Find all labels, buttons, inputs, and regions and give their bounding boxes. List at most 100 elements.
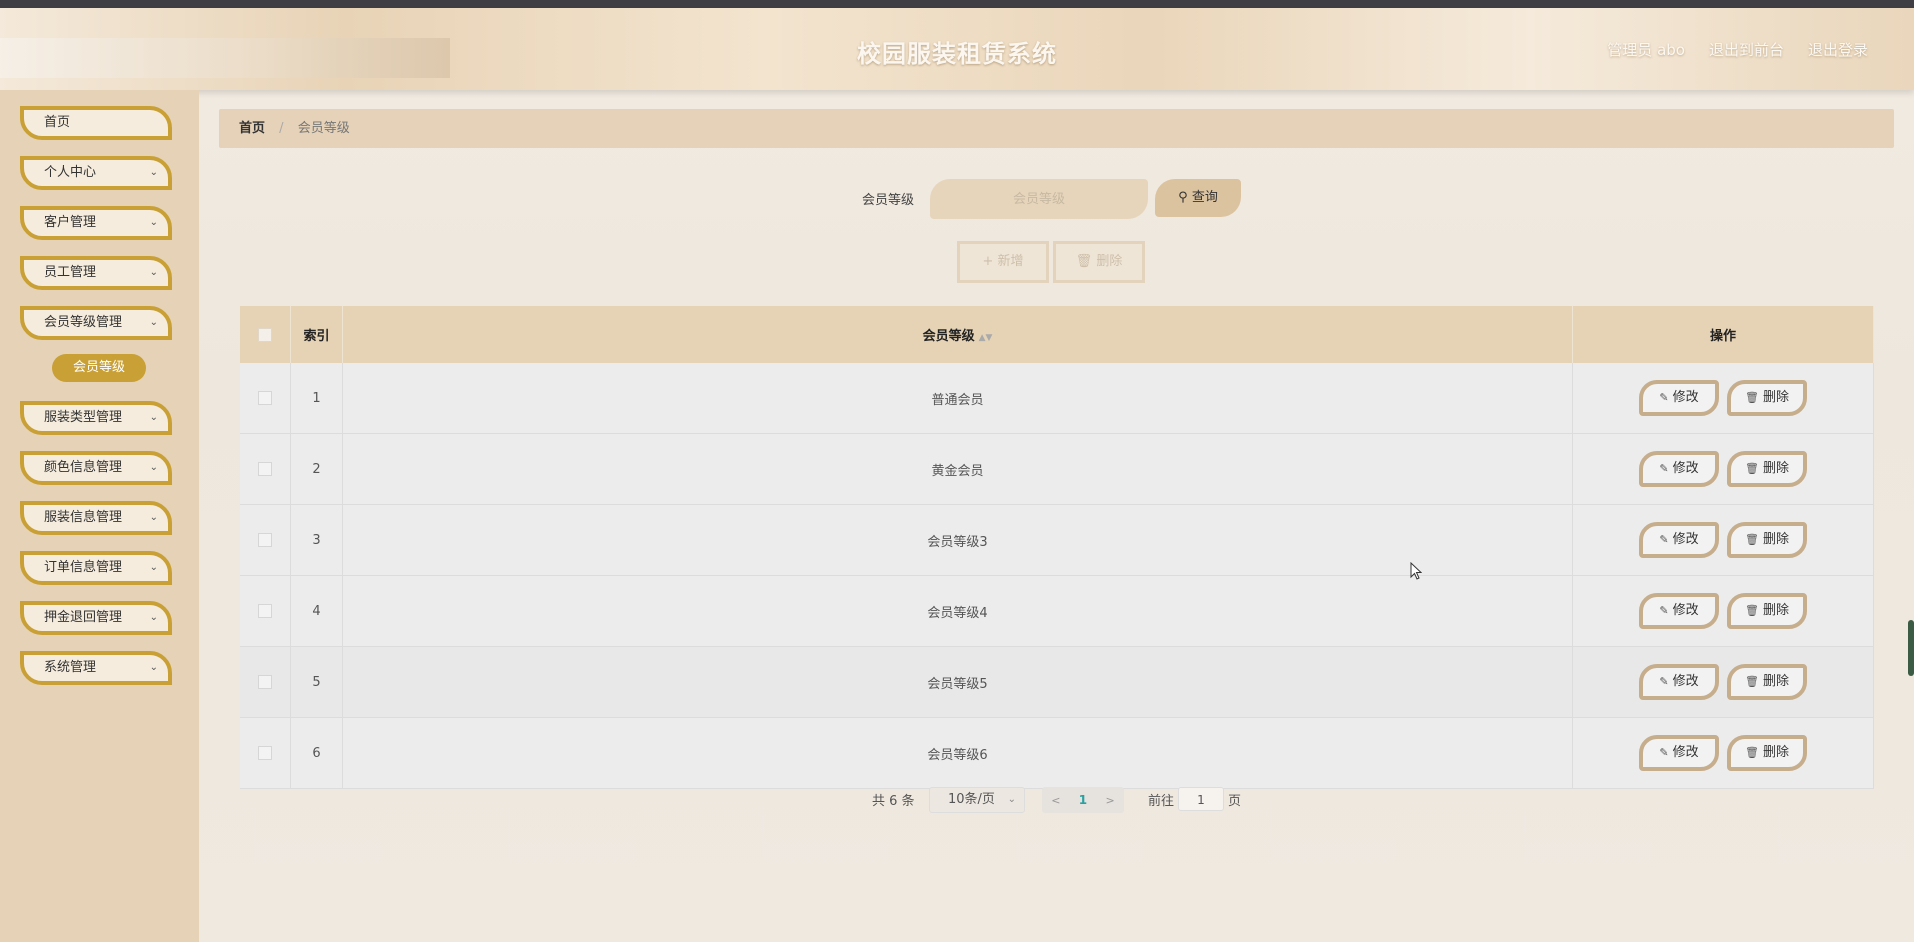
- chevron-down-icon: ⌄: [1007, 794, 1016, 805]
- row-checkbox[interactable]: [258, 675, 272, 689]
- row-operations: ✎ 修改 🗑 删除: [1572, 646, 1874, 718]
- sidebar-item-label: 员工管理: [44, 265, 97, 280]
- scrollbar-thumb[interactable]: [1908, 620, 1914, 676]
- member-level-table: 索引 会员等级 ▲▼ 操作 1 普通会员 ✎ 修改 🗑 删除 2 黄金会员 ✎ 修改 🗑 删除: [240, 306, 1874, 789]
- chevron-down-icon: ⌄: [149, 562, 158, 573]
- sidebar-item-label: 订单信息管理: [44, 560, 123, 575]
- edit-button-label: 修改: [1672, 603, 1699, 618]
- delete-button[interactable]: 🗑 删除: [1727, 664, 1807, 700]
- current-user[interactable]: 管理员 abo: [1607, 39, 1685, 60]
- delete-button[interactable]: 🗑 删除: [1727, 593, 1807, 629]
- sidebar-subitem-member-level[interactable]: 会员等级: [52, 354, 146, 382]
- exit-to-front-link[interactable]: 退出到前台: [1709, 39, 1784, 60]
- row-checkbox[interactable]: [258, 604, 272, 618]
- chevron-down-icon: ⌄: [149, 462, 158, 473]
- sidebar-item-system-management[interactable]: 系统管理 ⌄: [20, 651, 172, 685]
- page-size-select[interactable]: 10条/页 ⌄: [929, 787, 1025, 813]
- breadcrumb-separator: /: [279, 121, 284, 136]
- delete-button-label: 删除: [1762, 390, 1789, 405]
- chevron-down-icon: ⌄: [149, 217, 158, 228]
- delete-button-label: 删除: [1762, 603, 1789, 618]
- delete-button-label: 删除: [1762, 461, 1789, 476]
- delete-button-label: 删除: [1762, 745, 1789, 760]
- page-unit-label: 页: [1228, 794, 1242, 809]
- edit-button[interactable]: ✎ 修改: [1639, 664, 1719, 700]
- row-index: 3: [290, 504, 343, 576]
- sidebar-item-label: 会员等级管理: [44, 315, 123, 330]
- table-row: 1 普通会员 ✎ 修改 🗑 删除: [240, 363, 1874, 434]
- row-member-level: 会员等级6: [342, 717, 1573, 789]
- select-all-checkbox[interactable]: [258, 327, 272, 342]
- add-button-label: 新增: [997, 254, 1024, 269]
- edit-button-label: 修改: [1672, 532, 1699, 547]
- sidebar-item-deposit-refund-management[interactable]: 押金退回管理 ⌄: [20, 601, 172, 635]
- delete-button-label: 删除: [1762, 532, 1789, 547]
- sidebar-item-home[interactable]: 首页: [20, 106, 172, 140]
- row-checkbox[interactable]: [258, 391, 272, 405]
- page-number-current[interactable]: 1: [1079, 793, 1087, 807]
- sort-icon[interactable]: ▲▼: [979, 333, 993, 343]
- page-size-value: 10条/页: [948, 792, 995, 807]
- add-button[interactable]: + 新增: [957, 241, 1049, 283]
- row-operations: ✎ 修改 🗑 删除: [1572, 433, 1874, 505]
- edit-button[interactable]: ✎ 修改: [1639, 593, 1719, 629]
- edit-button[interactable]: ✎ 修改: [1639, 522, 1719, 558]
- row-checkbox[interactable]: [258, 533, 272, 547]
- query-button[interactable]: ⚲ 查询: [1155, 179, 1241, 217]
- edit-button-label: 修改: [1672, 390, 1699, 405]
- row-select-cell: [240, 504, 291, 576]
- row-checkbox[interactable]: [258, 462, 272, 476]
- sidebar-item-label: 押金退回管理: [44, 610, 123, 625]
- row-checkbox[interactable]: [258, 746, 272, 760]
- table-row: 2 黄金会员 ✎ 修改 🗑 删除: [240, 433, 1874, 505]
- delete-button[interactable]: 🗑 删除: [1727, 522, 1807, 558]
- sidebar-item-clothing-info-management[interactable]: 服装信息管理 ⌄: [20, 501, 172, 535]
- row-operations: ✎ 修改 🗑 删除: [1572, 504, 1874, 576]
- table-row: 3 会员等级3 ✎ 修改 🗑 删除: [240, 504, 1874, 576]
- edit-button[interactable]: ✎ 修改: [1639, 451, 1719, 487]
- window-top-bar: [0, 0, 1914, 8]
- page-list: < 1 >: [1042, 787, 1124, 813]
- header-operation: 操作: [1572, 306, 1874, 363]
- delete-button[interactable]: 🗑 删除: [1727, 451, 1807, 487]
- edit-button[interactable]: ✎ 修改: [1639, 735, 1719, 771]
- sidebar-item-staff-management[interactable]: 员工管理 ⌄: [20, 256, 172, 290]
- header-index: 索引: [290, 306, 343, 363]
- sidebar-item-customer-management[interactable]: 客户管理 ⌄: [20, 206, 172, 240]
- row-operations: ✎ 修改 🗑 删除: [1572, 717, 1874, 789]
- row-select-cell: [240, 717, 291, 789]
- next-page-icon[interactable]: >: [1106, 794, 1115, 807]
- prev-page-icon[interactable]: <: [1051, 794, 1060, 807]
- sidebar-item-label: 系统管理: [44, 660, 97, 675]
- logout-link[interactable]: 退出登录: [1808, 39, 1868, 60]
- pagination-total: 共 6 条: [872, 794, 915, 809]
- sidebar-item-member-level-management[interactable]: 会员等级管理 ⌄: [20, 306, 172, 340]
- search-label: 会员等级: [862, 193, 915, 208]
- query-button-label: 查询: [1191, 190, 1218, 205]
- row-member-level: 会员等级4: [342, 575, 1573, 647]
- row-index: 4: [290, 575, 343, 647]
- trash-icon: 🗑: [1745, 604, 1759, 617]
- header-select-all[interactable]: [240, 306, 291, 363]
- goto-page-input[interactable]: 1: [1178, 787, 1224, 811]
- row-select-cell: [240, 363, 291, 434]
- app-header: 校园服装租赁系统 管理员 abo 退出到前台 退出登录: [0, 8, 1914, 90]
- breadcrumb-current: 会员等级: [297, 121, 350, 136]
- sidebar-item-color-management[interactable]: 颜色信息管理 ⌄: [20, 451, 172, 485]
- row-index: 6: [290, 717, 343, 789]
- edit-button-label: 修改: [1672, 461, 1699, 476]
- sidebar-item-clothing-type-management[interactable]: 服装类型管理 ⌄: [20, 401, 172, 435]
- edit-icon: ✎: [1659, 675, 1669, 688]
- batch-delete-button[interactable]: 🗑 删除: [1053, 241, 1145, 283]
- delete-button[interactable]: 🗑 删除: [1727, 380, 1807, 416]
- sidebar-item-order-management[interactable]: 订单信息管理 ⌄: [20, 551, 172, 585]
- sidebar-item-personal-center[interactable]: 个人中心 ⌄: [20, 156, 172, 190]
- trash-icon: 🗑: [1745, 462, 1759, 475]
- breadcrumb-home[interactable]: 首页: [239, 121, 265, 136]
- member-level-search-input[interactable]: [930, 179, 1148, 219]
- chevron-down-icon: ⌄: [149, 412, 158, 423]
- header-member-level[interactable]: 会员等级 ▲▼: [342, 306, 1573, 363]
- delete-button[interactable]: 🗑 删除: [1727, 735, 1807, 771]
- edit-button[interactable]: ✎ 修改: [1639, 380, 1719, 416]
- table-header-row: 索引 会员等级 ▲▼ 操作: [240, 306, 1874, 363]
